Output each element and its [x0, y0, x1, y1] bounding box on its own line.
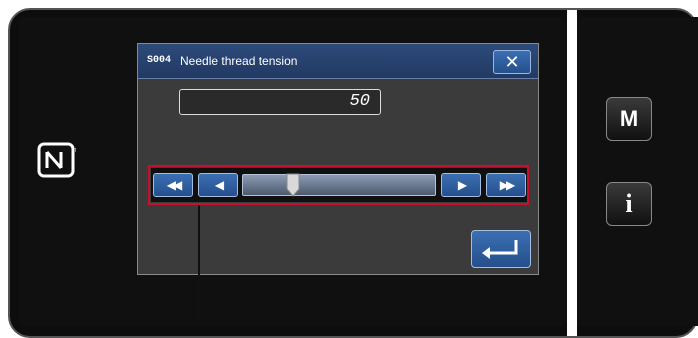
nfc-icon: TM [37, 142, 76, 178]
callout-leader-line [198, 205, 200, 326]
svg-text:TM: TM [72, 148, 76, 154]
dialog-code: S004 [147, 55, 172, 66]
bezel-divider [567, 10, 577, 336]
tension-value: 50 [349, 92, 370, 111]
enter-button[interactable] [471, 230, 531, 268]
dialog-title: Needle thread tension [180, 54, 298, 68]
close-icon: ✕ [504, 51, 520, 72]
info-button[interactable]: i [606, 182, 652, 226]
enter-icon [482, 240, 518, 259]
value-display: 50 [179, 89, 381, 115]
mode-button[interactable]: M [606, 97, 652, 141]
slider-highlight-frame [148, 165, 529, 205]
side-panel [577, 17, 698, 326]
close-button[interactable]: ✕ [493, 50, 531, 74]
dialog-titlebar: S004 Needle thread tension ✕ [138, 44, 538, 79]
